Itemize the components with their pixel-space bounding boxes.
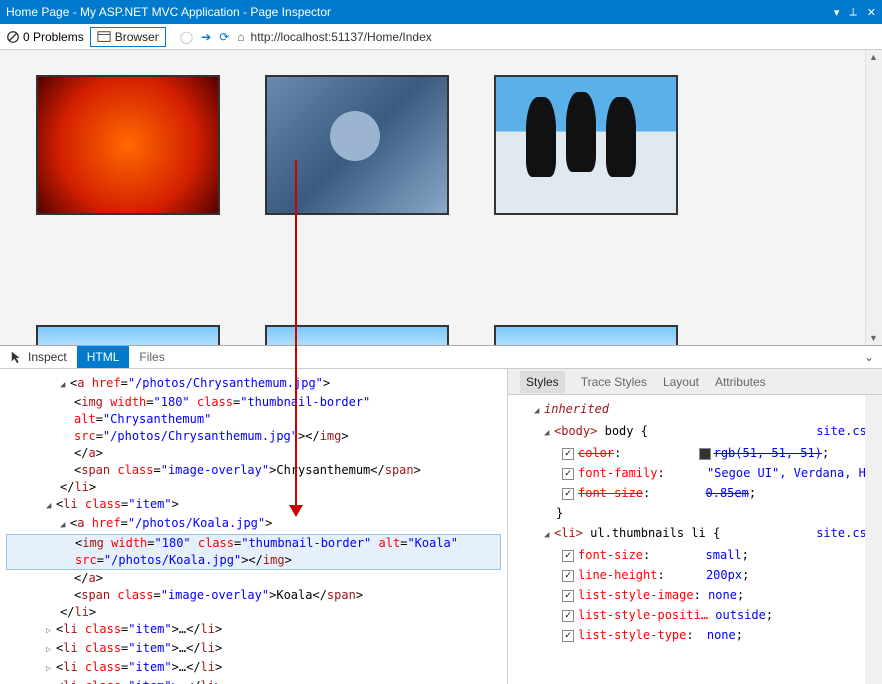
- css-prop[interactable]: color: rgb(51, 51, 51);: [516, 443, 874, 463]
- tab-html[interactable]: HTML: [77, 346, 130, 368]
- prop-checkbox[interactable]: [562, 570, 574, 582]
- thumbnail-partial-2[interactable]: [265, 325, 449, 345]
- window-close-icon[interactable]: ✕: [867, 6, 876, 19]
- html-tree-panel[interactable]: <a href="/photos/Chrysanthemum.jpg"> <im…: [0, 369, 508, 684]
- url-text[interactable]: http://localhost:51137/Home/Index: [251, 30, 432, 44]
- problems-text: 0 Problems: [23, 30, 84, 44]
- css-prop[interactable]: list-style-type: none;: [516, 625, 874, 645]
- styles-tab-attributes[interactable]: Attributes: [715, 375, 766, 389]
- thumbnail-row-2: [0, 325, 882, 345]
- code-line[interactable]: </a>: [4, 570, 503, 587]
- code-line[interactable]: alt="Chrysanthemum": [4, 411, 503, 428]
- styles-tab-layout[interactable]: Layout: [663, 375, 699, 389]
- browser-label: Browser: [115, 30, 159, 44]
- toolbar: 0 Problems Browser ◯ ➔ ⟳ ⌂ http://localh…: [0, 24, 882, 50]
- browser-viewport: [0, 50, 882, 345]
- thumbnail-row-1: [0, 50, 882, 240]
- browser-icon: [97, 30, 111, 44]
- nav-back-icon[interactable]: ◯: [180, 30, 193, 44]
- color-swatch: [699, 448, 711, 460]
- problems-indicator[interactable]: 0 Problems: [6, 30, 84, 44]
- code-line[interactable]: </li>: [4, 604, 503, 621]
- css-prop[interactable]: font-size: 0.85em;: [516, 483, 874, 503]
- thumbnail-chrysanthemum[interactable]: [36, 75, 220, 215]
- css-prop[interactable]: font-size: small;: [516, 545, 874, 565]
- prop-checkbox[interactable]: [562, 630, 574, 642]
- thumbnail-partial-1[interactable]: [36, 325, 220, 345]
- prop-checkbox[interactable]: [562, 468, 574, 480]
- code-line[interactable]: <a href="/photos/Chrysanthemum.jpg">: [4, 375, 503, 394]
- css-prop[interactable]: list-style-positi… outside;: [516, 605, 874, 625]
- thumbnail-koala[interactable]: [265, 75, 449, 215]
- inspector-toolbar: Inspect HTML Files ⌄: [0, 345, 882, 369]
- code-line[interactable]: <li class="item">…</li>: [4, 621, 503, 640]
- code-line[interactable]: </a>: [4, 445, 503, 462]
- css-rule[interactable]: <body> body {site.css: [516, 421, 874, 443]
- annotation-arrow-line: [295, 160, 297, 510]
- css-prop[interactable]: line-height: 200px;: [516, 565, 874, 585]
- styles-tab-trace[interactable]: Trace Styles: [581, 375, 647, 389]
- code-line[interactable]: <img width="180" class="thumbnail-border…: [4, 394, 503, 411]
- inherited-label: inherited: [516, 399, 874, 421]
- window-titlebar: Home Page - My ASP.NET MVC Application -…: [0, 0, 882, 24]
- styles-body[interactable]: inherited <body> body {site.css color: r…: [508, 395, 882, 684]
- code-line[interactable]: <li class="item">…</li>: [4, 659, 503, 678]
- styles-panel: Styles Trace Styles Layout Attributes in…: [508, 369, 882, 684]
- code-line[interactable]: src="/photos/Chrysanthemum.jpg"></img>: [4, 428, 503, 445]
- prop-checkbox[interactable]: [562, 550, 574, 562]
- styles-scrollbar[interactable]: [865, 395, 882, 684]
- styles-tab-styles[interactable]: Styles: [520, 371, 565, 393]
- code-line-selected[interactable]: <img width="180" class="thumbnail-border…: [6, 534, 501, 570]
- code-line[interactable]: <li class="item">…</li>: [4, 678, 503, 684]
- no-problems-icon: [6, 30, 20, 44]
- window-controls: ▾ ⟂ ✕: [834, 6, 876, 19]
- window-dropdown-icon[interactable]: ▾: [834, 6, 840, 19]
- annotation-arrow-head: [289, 505, 303, 517]
- css-prop[interactable]: font-family: "Segoe UI", Verdana, He: [516, 463, 874, 483]
- expand-chevron-icon[interactable]: ⌄: [856, 350, 882, 364]
- prop-checkbox[interactable]: [562, 610, 574, 622]
- prop-checkbox[interactable]: [562, 590, 574, 602]
- styles-tabs: Styles Trace Styles Layout Attributes: [508, 369, 882, 395]
- css-rule-close: }: [516, 503, 874, 523]
- inspect-cursor-icon: [10, 350, 24, 364]
- inspect-button[interactable]: Inspect: [0, 346, 77, 368]
- inspect-label: Inspect: [28, 350, 67, 364]
- thumbnail-penguins[interactable]: [494, 75, 678, 215]
- code-line[interactable]: <span class="image-overlay">Chrysanthemu…: [4, 462, 503, 479]
- thumbnail-partial-3[interactable]: [494, 325, 678, 345]
- code-line[interactable]: </li>: [4, 479, 503, 496]
- nav-controls: ◯ ➔ ⟳ ⌂: [180, 30, 245, 44]
- prop-checkbox[interactable]: [562, 448, 574, 460]
- code-line[interactable]: <a href="/photos/Koala.jpg">: [4, 515, 503, 534]
- inspector-panels: <a href="/photos/Chrysanthemum.jpg"> <im…: [0, 369, 882, 684]
- prop-checkbox[interactable]: [562, 488, 574, 500]
- code-line[interactable]: <li class="item">…</li>: [4, 640, 503, 659]
- code-line[interactable]: <span class="image-overlay">Koala</span>: [4, 587, 503, 604]
- browser-button[interactable]: Browser: [90, 27, 166, 47]
- tab-files[interactable]: Files: [129, 346, 174, 368]
- css-rule[interactable]: <li> ul.thumbnails li {site.css: [516, 523, 874, 545]
- nav-refresh-icon[interactable]: ⟳: [219, 30, 229, 44]
- code-line[interactable]: <li class="item">: [4, 496, 503, 515]
- window-title: Home Page - My ASP.NET MVC Application -…: [6, 5, 834, 19]
- nav-home-icon[interactable]: ⌂: [237, 30, 244, 44]
- nav-forward-icon[interactable]: ➔: [201, 30, 211, 44]
- viewport-scrollbar[interactable]: [865, 50, 882, 345]
- window-pin-icon[interactable]: ⟂: [849, 6, 856, 19]
- css-prop[interactable]: list-style-image: none;: [516, 585, 874, 605]
